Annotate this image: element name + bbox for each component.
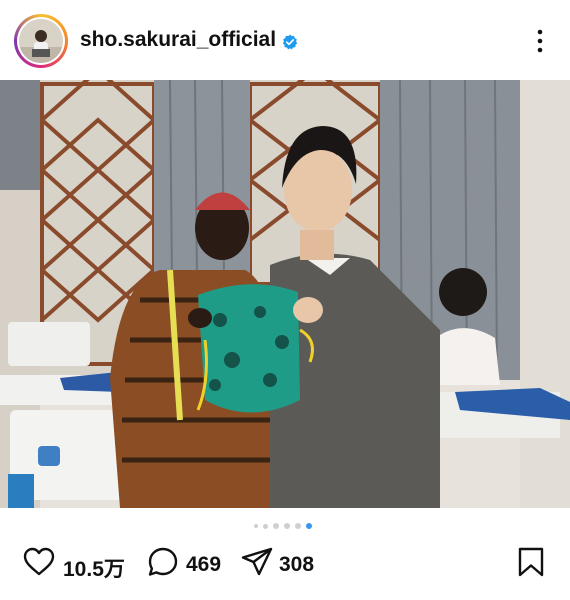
comment-icon[interactable] xyxy=(146,545,180,579)
post-header: sho.sakurai_official xyxy=(0,0,570,80)
carousel-dot xyxy=(273,523,279,529)
like-count: 10.5万 xyxy=(63,558,125,581)
avatar-image xyxy=(19,19,63,63)
carousel-dot xyxy=(263,524,268,529)
more-options-icon[interactable] xyxy=(528,26,552,56)
share-icon[interactable] xyxy=(240,545,274,579)
bookmark-icon[interactable] xyxy=(514,545,548,579)
verified-badge-icon xyxy=(282,34,298,50)
avatar[interactable] xyxy=(14,14,68,68)
action-bar: 10.5万 469 308 xyxy=(0,545,570,589)
heart-icon[interactable] xyxy=(22,545,56,579)
carousel-indicator xyxy=(0,521,570,531)
carousel-dot-active xyxy=(306,523,312,529)
post-image[interactable] xyxy=(0,80,570,508)
carousel-dot xyxy=(295,523,301,529)
carousel-dot xyxy=(284,523,290,529)
post-photo xyxy=(0,80,570,508)
comment-count: 469 xyxy=(186,553,222,576)
username[interactable]: sho.sakurai_official xyxy=(80,28,276,52)
share-count: 308 xyxy=(279,553,315,576)
carousel-dot xyxy=(254,524,258,528)
